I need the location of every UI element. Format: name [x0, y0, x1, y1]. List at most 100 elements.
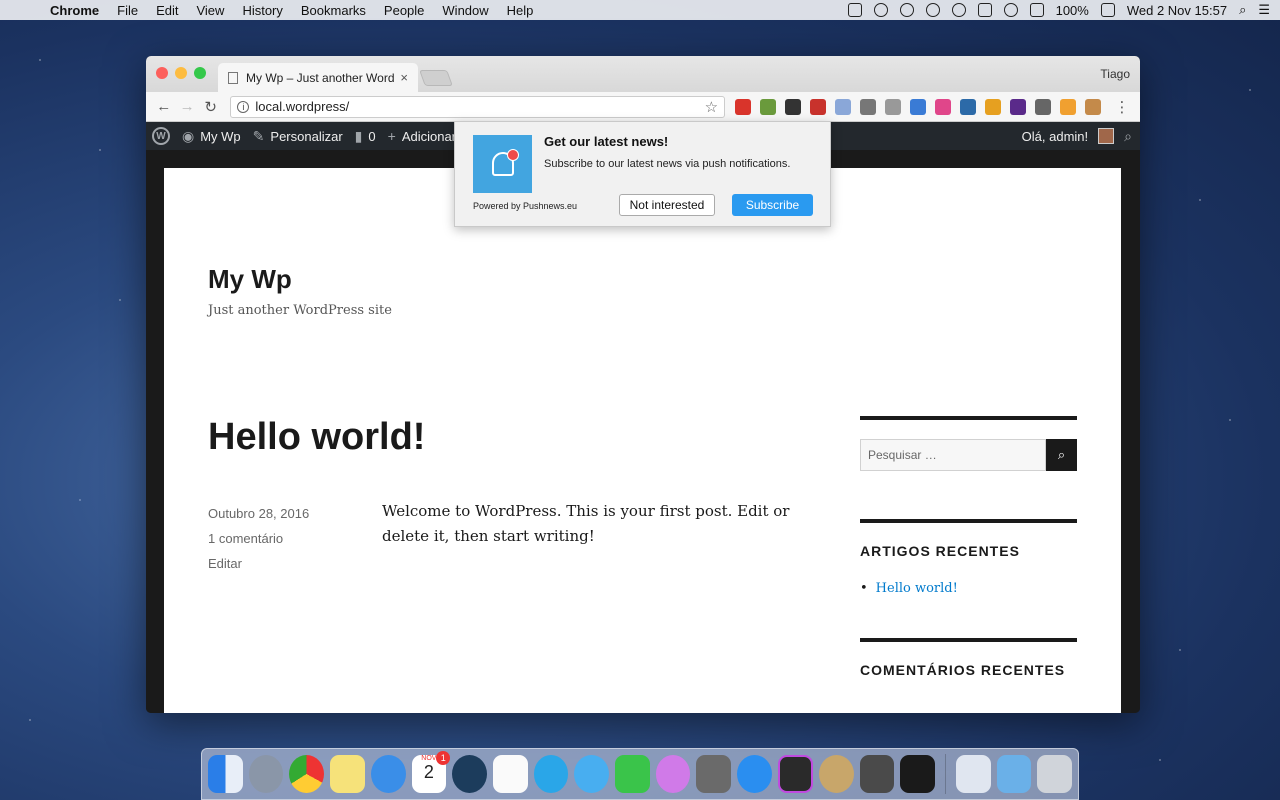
launchpad-icon[interactable]	[248, 755, 284, 793]
extension-icon-9[interactable]	[935, 98, 952, 115]
widget-divider	[860, 416, 1077, 420]
wifi-icon[interactable]	[1003, 3, 1018, 17]
battery-icon[interactable]	[1100, 3, 1115, 17]
sourcetree-icon[interactable]	[452, 755, 487, 793]
extension-icon-5[interactable]	[835, 98, 852, 115]
post-edit-link[interactable]: Editar	[208, 551, 309, 576]
site-info-icon[interactable]: i	[237, 100, 250, 113]
facetime-icon[interactable]	[615, 755, 650, 793]
extension-icon-2[interactable]	[760, 98, 777, 115]
lastpass-extension-icon[interactable]	[735, 98, 752, 115]
search-button[interactable]: ⌕	[1046, 439, 1077, 471]
notification-center-icon[interactable]: ☰	[1258, 2, 1270, 18]
site-description: Just another WordPress site	[208, 303, 392, 318]
post-title[interactable]: Hello world!	[208, 416, 425, 459]
menu-view[interactable]: View	[196, 3, 224, 18]
close-tab-icon[interactable]: ×	[400, 70, 408, 85]
extension-icon-8[interactable]	[910, 98, 927, 115]
subscribe-button[interactable]: Subscribe	[732, 194, 813, 216]
skype-icon[interactable]	[533, 755, 569, 793]
cast-icon[interactable]	[1035, 98, 1052, 115]
calendar-day: 2	[423, 762, 434, 782]
sequel-pro-icon[interactable]	[818, 755, 854, 793]
itunes-icon[interactable]	[655, 755, 691, 793]
evernote-icon[interactable]	[925, 3, 940, 17]
finder-icon[interactable]	[208, 755, 243, 793]
dashboard-icon: ◉	[182, 127, 195, 144]
menu-people[interactable]: People	[384, 3, 424, 18]
extension-icon-4[interactable]	[810, 98, 827, 115]
bluetooth-icon[interactable]	[977, 3, 992, 17]
settings-extension-icon[interactable]	[785, 98, 802, 115]
terminal-icon[interactable]	[900, 755, 935, 793]
calendar-badge: 1	[436, 751, 451, 765]
extension-icon-12[interactable]	[1010, 98, 1027, 115]
admin-search-icon[interactable]: ⌕	[1124, 128, 1132, 145]
avatar[interactable]	[1098, 128, 1115, 144]
sublime-text-icon[interactable]	[859, 755, 895, 793]
widget-divider	[860, 638, 1077, 642]
extension-icon-14[interactable]	[1060, 98, 1077, 115]
reload-button[interactable]: ↻	[199, 98, 222, 116]
menu-window[interactable]: Window	[442, 3, 488, 18]
chrome-icon[interactable]	[289, 755, 325, 793]
extensions-area: ⋮	[735, 98, 1134, 116]
documents-folder-icon[interactable]	[996, 755, 1032, 793]
post-date[interactable]: Outubro 28, 2016	[208, 501, 309, 526]
url-text[interactable]: local.wordpress/	[255, 99, 704, 114]
dropbox-icon[interactable]	[899, 3, 914, 17]
spotlight-search-icon[interactable]: ⌕	[1239, 2, 1246, 18]
airplay-icon[interactable]	[1029, 3, 1044, 17]
site-title[interactable]: My Wp	[208, 264, 292, 295]
wordpress-extension-icon[interactable]	[860, 98, 877, 115]
search-input[interactable]: Pesquisar …	[860, 439, 1046, 471]
messages-icon[interactable]	[574, 755, 610, 793]
address-bar[interactable]: i local.wordpress/ ☆	[230, 95, 726, 118]
notes-icon[interactable]	[330, 755, 365, 793]
menu-help[interactable]: Help	[507, 3, 534, 18]
phpstorm-icon[interactable]	[777, 755, 813, 793]
recent-post-link[interactable]: Hello world!	[860, 581, 1077, 596]
clock[interactable]: Wed 2 Nov 15:57	[1127, 3, 1227, 18]
screen-share-icon[interactable]	[847, 3, 862, 17]
close-window-button[interactable]	[156, 67, 168, 79]
extension-icon-10[interactable]	[960, 98, 977, 115]
wordpress-logo-icon[interactable]: W	[152, 127, 170, 145]
menu-file[interactable]: File	[117, 3, 138, 18]
new-tab-button[interactable]	[419, 70, 453, 86]
back-button[interactable]: ←	[152, 98, 175, 115]
camera-extension-icon[interactable]	[885, 98, 902, 115]
trash-icon[interactable]	[1037, 755, 1073, 793]
time-machine-icon[interactable]	[951, 3, 966, 17]
add-new-link[interactable]: + Adicionar	[388, 128, 456, 144]
forward-button[interactable]: →	[175, 98, 198, 115]
post-comments-link[interactable]: 1 comentário	[208, 526, 309, 551]
profile-name[interactable]: Tiago	[1100, 67, 1130, 81]
comments-link[interactable]: ▮ 0	[355, 128, 376, 145]
recent-posts-title: ARTIGOS RECENTES	[860, 543, 1020, 559]
customize-link[interactable]: ✎ Personalizar	[253, 128, 343, 145]
tab-active[interactable]: My Wp – Just another WordPress site ×	[218, 63, 418, 92]
not-interested-button[interactable]: Not interested	[619, 194, 715, 216]
zoom-window-button[interactable]	[194, 67, 206, 79]
calendar-icon[interactable]: NOV 2 1	[411, 751, 451, 793]
downloads-folder-icon[interactable]	[955, 755, 991, 793]
menu-bookmarks[interactable]: Bookmarks	[301, 3, 366, 18]
greeting[interactable]: Olá, admin!	[1022, 129, 1088, 144]
system-preferences-icon[interactable]	[696, 755, 732, 793]
bookmark-star-icon[interactable]: ☆	[705, 98, 718, 116]
menu-edit[interactable]: Edit	[156, 3, 178, 18]
powered-by-link[interactable]: Powered by Pushnews.eu	[473, 201, 577, 211]
menu-history[interactable]: History	[242, 3, 282, 18]
reminders-icon[interactable]	[492, 755, 528, 793]
admin-site-link[interactable]: ◉ My Wp	[182, 128, 241, 145]
extension-icon-11[interactable]	[985, 98, 1002, 115]
browser-toolbar: ← → ↻ i local.wordpress/ ☆ ⋮	[146, 92, 1140, 122]
app-store-icon[interactable]	[737, 755, 772, 793]
creative-cloud-icon[interactable]	[873, 3, 888, 17]
cookie-extension-icon[interactable]	[1085, 98, 1102, 115]
minimize-window-button[interactable]	[175, 67, 187, 79]
safari-icon[interactable]	[370, 755, 406, 793]
chrome-menu-icon[interactable]: ⋮	[1110, 98, 1134, 116]
menu-app-name[interactable]: Chrome	[50, 3, 99, 18]
